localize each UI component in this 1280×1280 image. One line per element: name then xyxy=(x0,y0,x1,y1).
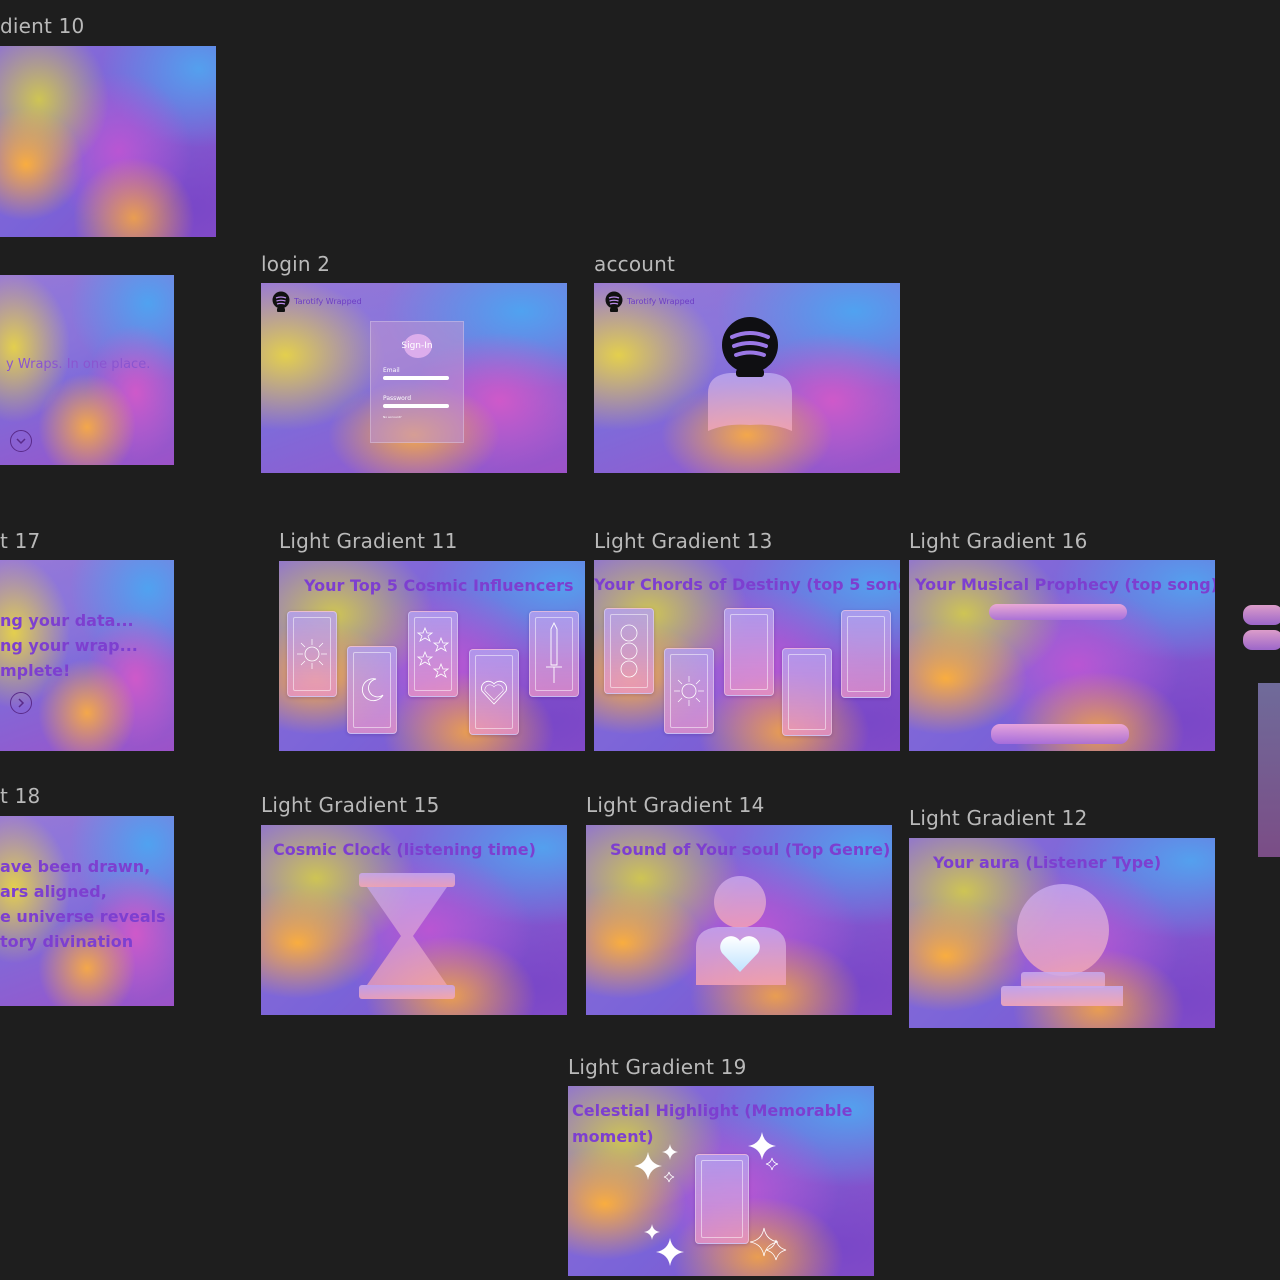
tarot-card[interactable] xyxy=(287,611,337,697)
frame-label-17[interactable]: t 17 xyxy=(0,529,40,553)
frame-label-login-2[interactable]: login 2 xyxy=(261,252,330,276)
frame-light-gradient-13[interactable]: Your Chords of Destiny (top 5 songs xyxy=(594,560,900,751)
soul-figure-icon xyxy=(696,876,786,985)
frame-label-gradient-10[interactable]: dient 10 xyxy=(0,14,84,38)
frame-light-gradient-16[interactable]: Your Musical Prophecy (top song) xyxy=(909,560,1215,751)
email-field[interactable] xyxy=(383,376,449,380)
partial-frame[interactable] xyxy=(1258,683,1280,857)
frame-loading[interactable]: ng your data... ng your wrap... mplete! xyxy=(0,560,174,751)
banner-top xyxy=(989,604,1127,620)
tarot-card[interactable] xyxy=(664,648,714,734)
frame-light-gradient-19[interactable]: Celestial Highlight (Memorable moment) xyxy=(568,1086,874,1276)
loading-line-3: mplete! xyxy=(0,661,71,680)
intro-line-1: ave been drawn, xyxy=(0,857,151,876)
frame-label-light-gradient-12[interactable]: Light Gradient 12 xyxy=(909,806,1088,830)
brand-name: Tarotify Wrapped xyxy=(627,297,695,306)
avatar-icon[interactable] xyxy=(704,315,796,431)
tarot-card[interactable] xyxy=(782,648,832,736)
sun-icon xyxy=(674,676,704,706)
chevron-down-icon[interactable] xyxy=(10,430,32,452)
moon-phases-icon xyxy=(620,624,638,678)
slide-title: Your Musical Prophecy (top song) xyxy=(915,575,1215,594)
frame-login-2[interactable]: Tarotify Wrapped Sign-In Email Password … xyxy=(261,283,567,473)
heart-icon xyxy=(481,680,507,705)
tarot-card[interactable] xyxy=(841,610,891,698)
chevron-right-icon[interactable] xyxy=(10,692,32,714)
password-field[interactable] xyxy=(383,404,449,408)
intro-line-3: e universe reveals xyxy=(0,907,166,926)
spotify-logo-icon xyxy=(605,291,623,312)
intro-line-2: ars aligned, xyxy=(0,882,107,901)
email-label: Email xyxy=(383,367,400,374)
slide-title: Sound of Your soul (Top Genre) xyxy=(610,840,891,859)
frame-light-gradient-12[interactable]: Your aura (Listener Type) xyxy=(909,838,1215,1028)
moon-icon xyxy=(361,678,384,702)
slide-title: Your Chords of Destiny (top 5 songs xyxy=(594,575,900,594)
tarot-card[interactable] xyxy=(347,646,397,734)
frame-light-gradient-11[interactable]: Your Top 5 Cosmic Influencers xyxy=(279,561,585,751)
tarot-card[interactable] xyxy=(724,608,774,696)
frame-label-light-gradient-16[interactable]: Light Gradient 16 xyxy=(909,529,1088,553)
brand-name: Tarotify Wrapped xyxy=(294,297,362,306)
loading-line-1: ng your data... xyxy=(0,611,134,630)
sword-icon xyxy=(546,621,562,683)
sparkle-icon xyxy=(634,1144,678,1183)
frame-label-account[interactable]: account xyxy=(594,252,675,276)
slide-title-line-1: Celestial Highlight (Memorable xyxy=(572,1101,853,1120)
tarot-card[interactable] xyxy=(529,611,579,697)
loading-line-2: ng your wrap... xyxy=(0,636,138,655)
signin-heading: Sign-In xyxy=(401,341,433,351)
welcome-tagline: y Wraps. In one place. xyxy=(6,357,151,372)
stars-icon xyxy=(416,626,450,678)
tarot-card[interactable] xyxy=(469,649,519,735)
sparkle-icon xyxy=(748,1132,779,1171)
slide-title: Your aura (Listener Type) xyxy=(933,853,1162,872)
slide-title: Cosmic Clock (listening time) xyxy=(273,840,536,859)
frame-intro[interactable]: ave been drawn, ars aligned, e universe … xyxy=(0,816,174,1006)
tarot-card[interactable] xyxy=(408,611,458,697)
frame-welcome[interactable]: y Wraps. In one place. xyxy=(0,275,174,465)
frame-label-light-gradient-15[interactable]: Light Gradient 15 xyxy=(261,793,440,817)
frame-account[interactable]: Tarotify Wrapped xyxy=(594,283,900,473)
password-label: Password xyxy=(383,395,412,402)
frame-label-18[interactable]: t 18 xyxy=(0,784,40,808)
hourglass-icon xyxy=(359,873,455,999)
frame-label-light-gradient-19[interactable]: Light Gradient 19 xyxy=(568,1055,747,1079)
frame-light-gradient-14[interactable]: Sound of Your soul (Top Genre) xyxy=(586,825,892,1015)
partial-pill xyxy=(1243,605,1280,625)
frame-label-light-gradient-14[interactable]: Light Gradient 14 xyxy=(586,793,765,817)
banner-bottom xyxy=(991,724,1129,744)
sparkle-icon xyxy=(644,1224,684,1266)
spotify-logo-icon xyxy=(272,291,290,312)
frame-label-light-gradient-13[interactable]: Light Gradient 13 xyxy=(594,529,773,553)
frame-gradient-10[interactable] xyxy=(0,46,216,237)
sun-icon xyxy=(297,639,327,669)
tarot-card[interactable] xyxy=(604,608,654,694)
signin-panel: Sign-In Email Password No account? xyxy=(370,321,464,443)
frame-label-light-gradient-11[interactable]: Light Gradient 11 xyxy=(279,529,458,553)
intro-line-4: tory divination xyxy=(0,932,134,951)
partial-pill xyxy=(1243,630,1280,650)
signup-link[interactable]: No account? xyxy=(383,415,402,419)
frame-light-gradient-15[interactable]: Cosmic Clock (listening time) xyxy=(261,825,567,1015)
sparkle-icon xyxy=(750,1227,787,1261)
crystal-ball-icon xyxy=(1001,884,1123,1006)
slide-title: Your Top 5 Cosmic Influencers xyxy=(304,576,574,595)
tarot-card[interactable] xyxy=(695,1154,749,1244)
